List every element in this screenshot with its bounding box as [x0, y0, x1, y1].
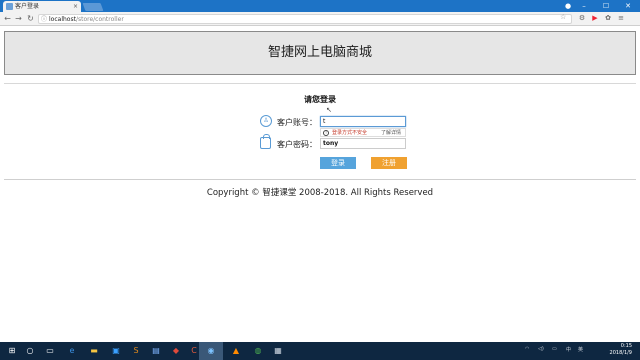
reload-icon[interactable]: ↻ [25, 12, 36, 26]
user-icon: ♙ [260, 115, 272, 127]
forward-arrow-icon[interactable]: → [13, 12, 24, 26]
app-icon-c[interactable]: C [188, 345, 200, 357]
app-icon-misc[interactable]: ▦ [272, 345, 284, 357]
login-heading: 请您登录 [304, 95, 336, 104]
extension-icon-2[interactable]: ✿ [603, 14, 613, 23]
account-input[interactable]: t [320, 116, 406, 127]
menu-icon[interactable]: ≡ [616, 14, 626, 23]
window-minimize-button[interactable]: – [576, 0, 592, 12]
notification-tray-icon[interactable]: ▭ [552, 346, 557, 352]
tab-title: 客户登录 [15, 3, 40, 10]
extension-icon[interactable]: ⚙ [577, 14, 587, 23]
footer-divider [4, 179, 636, 180]
taskbar-clock[interactable]: 0:15 2018/1/9 [592, 343, 632, 357]
sublime-icon[interactable]: S [130, 345, 142, 357]
ime-indicator[interactable]: 中 [566, 346, 571, 353]
copyright-footer: Copyright © 智捷课堂 2008-2018. All Rights R… [206, 188, 434, 198]
warning-text: 登录方式不安全 [332, 130, 368, 136]
edge-browser-icon[interactable]: e [66, 345, 78, 357]
clock-time: 0:15 [620, 343, 632, 349]
site-info-icon[interactable]: ⓘ [41, 15, 47, 24]
account-label: 客户账号： [277, 118, 317, 127]
window-maximize-button[interactable]: ☐ [598, 0, 614, 12]
site-title: 智捷网上电脑商城 [267, 45, 372, 60]
search-icon[interactable]: ○ [24, 345, 36, 357]
clock-date: 2018/1/9 [609, 350, 632, 356]
register-button[interactable]: 注册 [371, 157, 407, 169]
window-close-button[interactable]: ✕ [620, 0, 636, 12]
task-view-icon[interactable]: ▭ [44, 345, 56, 357]
network-icon[interactable]: ◠ [525, 346, 529, 352]
file-explorer-icon[interactable]: ▬ [88, 345, 100, 357]
lock-icon [260, 134, 271, 149]
chrome-icon[interactable]: ◍ [252, 345, 264, 357]
start-windows-icon[interactable]: ⊞ [6, 345, 18, 357]
back-arrow-icon[interactable]: ← [2, 12, 13, 26]
url-path: /store/controller [75, 16, 124, 23]
login-button[interactable]: 登录 [320, 157, 356, 169]
password-label: 客户密码： [277, 140, 317, 149]
store-icon[interactable]: ▣ [110, 345, 122, 357]
bookmark-star-icon[interactable]: ☆ [560, 13, 566, 21]
divider [4, 83, 636, 84]
insecure-warning-tooltip: ! 登录方式不安全 了解详情 [320, 128, 406, 137]
warning-learn-more-link[interactable]: 了解详情 [381, 129, 401, 137]
lang-indicator[interactable]: 英 [578, 346, 583, 353]
user-profile-icon[interactable]: ● [560, 0, 576, 12]
video-extension-icon[interactable]: ▶ [590, 14, 600, 23]
app-icon-red[interactable]: ◆ [170, 345, 182, 357]
vlc-icon[interactable]: ▲ [230, 345, 242, 357]
warning-icon: ! [323, 130, 329, 136]
password-input[interactable]: tony [320, 138, 406, 149]
mouse-cursor-icon: ↖ [326, 106, 332, 114]
volume-icon[interactable]: ◁) [538, 346, 544, 352]
page-favicon-icon [6, 3, 13, 10]
address-bar[interactable]: ⓘ localhost/store/controller [38, 14, 572, 24]
tab-close-icon[interactable]: × [73, 1, 78, 12]
terminal-icon[interactable]: ▤ [150, 345, 162, 357]
url-host: localhost [49, 16, 76, 23]
app-icon-active[interactable]: ◉ [205, 345, 217, 357]
browser-tab[interactable]: 客户登录 × [3, 1, 81, 12]
new-tab-button[interactable] [82, 3, 104, 11]
